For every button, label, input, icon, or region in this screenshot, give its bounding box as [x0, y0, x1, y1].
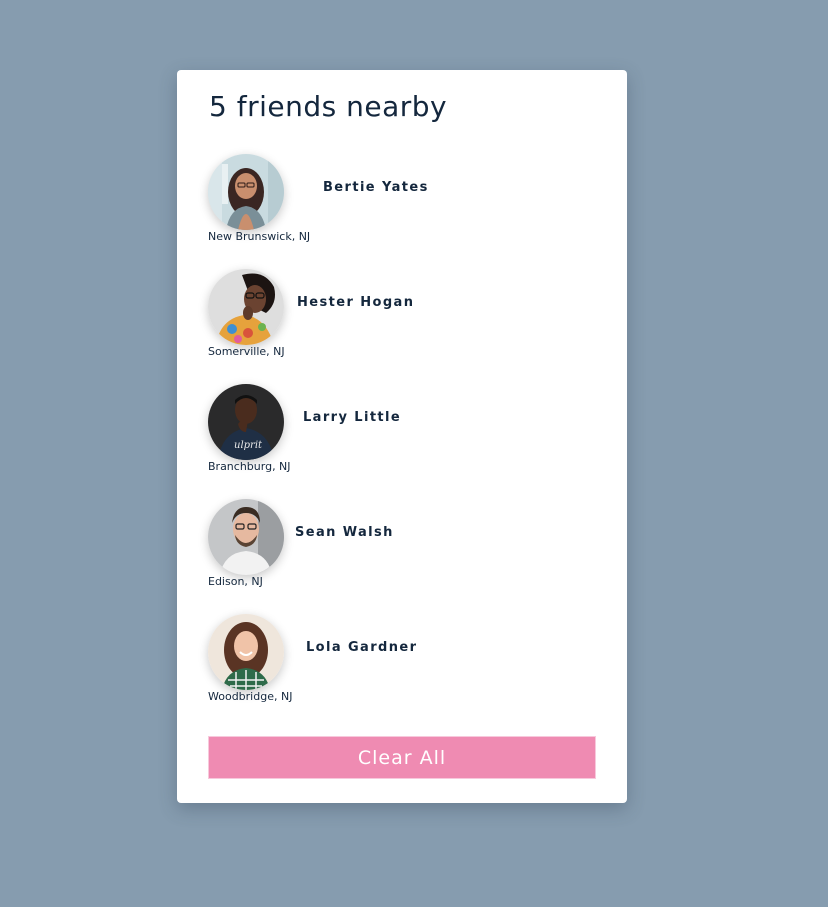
- friend-item[interactable]: Bertie Yates New Brunswick, NJ: [208, 154, 598, 254]
- avatar: [208, 269, 284, 345]
- friend-name[interactable]: Sean Walsh: [295, 525, 394, 540]
- page-title: 5 friends nearby: [209, 90, 448, 123]
- avatar: ulprit: [208, 384, 284, 460]
- friend-name[interactable]: Lola Gardner: [306, 640, 417, 655]
- clear-all-button[interactable]: Clear All: [208, 736, 596, 779]
- friend-item[interactable]: Hester Hogan Somerville, NJ: [208, 269, 598, 369]
- friends-card: 5 friends nearby Bertie Yates New Brunsw…: [177, 70, 627, 803]
- friend-item[interactable]: Lola Gardner Woodbridge, NJ: [208, 614, 598, 714]
- friend-item[interactable]: ulprit Larry Little Branchburg, NJ: [208, 384, 598, 484]
- friend-location: Edison, NJ: [208, 575, 263, 588]
- friend-item[interactable]: Sean Walsh Edison, NJ: [208, 499, 598, 599]
- avatar: [208, 499, 284, 575]
- friend-name[interactable]: Hester Hogan: [297, 295, 414, 310]
- friend-location: New Brunswick, NJ: [208, 230, 311, 243]
- friend-location: Branchburg, NJ: [208, 460, 291, 473]
- avatar: [208, 154, 284, 230]
- friend-name[interactable]: Bertie Yates: [323, 180, 429, 195]
- avatar: [208, 614, 284, 690]
- friend-name[interactable]: Larry Little: [303, 410, 401, 425]
- friend-location: Woodbridge, NJ: [208, 690, 293, 703]
- svg-text:ulprit: ulprit: [234, 440, 263, 451]
- friend-location: Somerville, NJ: [208, 345, 285, 358]
